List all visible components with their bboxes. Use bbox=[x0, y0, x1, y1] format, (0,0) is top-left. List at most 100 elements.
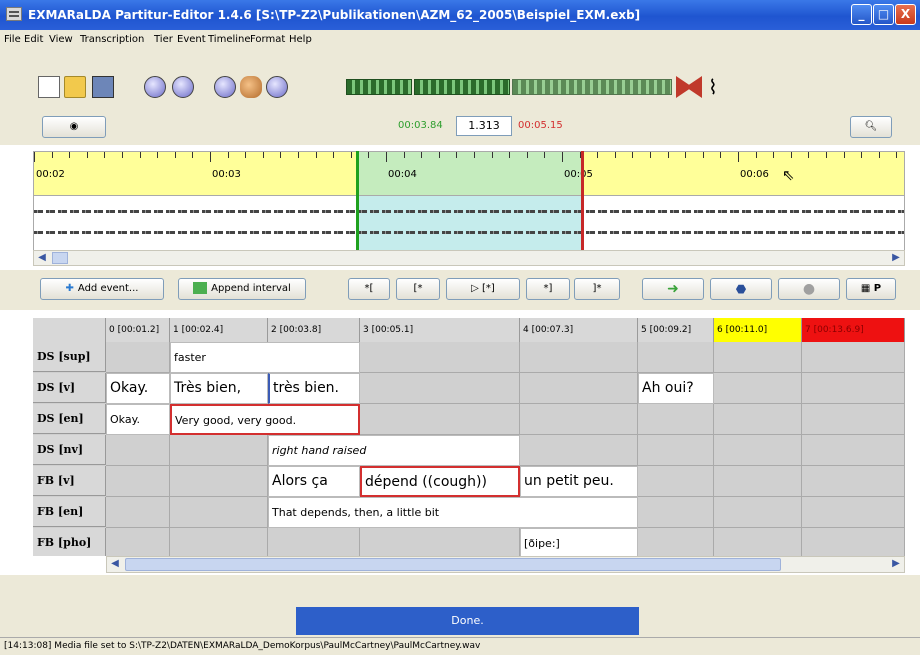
set-start-before-button[interactable]: *[ bbox=[348, 278, 390, 300]
stop-icon[interactable]: ● bbox=[778, 278, 840, 300]
partitur-scrollbar[interactable]: ◀ ▶ bbox=[106, 556, 905, 573]
maximize-button[interactable]: □ bbox=[873, 4, 894, 25]
grid-cell[interactable] bbox=[802, 435, 905, 466]
waveform-scrollbar[interactable]: ◀ ▶ bbox=[33, 250, 905, 266]
grid-cell[interactable] bbox=[802, 528, 905, 556]
scroll-right-icon[interactable]: ▶ bbox=[888, 251, 904, 265]
menu-transcription[interactable]: Transcription bbox=[80, 34, 144, 45]
zoom-button[interactable]: 🔍︎ bbox=[850, 116, 892, 138]
event-cell[interactable]: Très bien, bbox=[170, 373, 268, 404]
grid-cell[interactable] bbox=[170, 528, 268, 556]
save-icon[interactable] bbox=[92, 76, 114, 98]
column-header[interactable]: 5 [00:09.2] bbox=[638, 318, 714, 342]
grid-cell[interactable] bbox=[360, 404, 520, 435]
link-icon[interactable] bbox=[266, 76, 288, 98]
grid-cell[interactable] bbox=[520, 435, 638, 466]
event-cell[interactable]: un petit peu. bbox=[520, 466, 638, 497]
menu-timeline[interactable]: Timeline bbox=[208, 34, 251, 45]
grid-cell[interactable] bbox=[638, 404, 714, 435]
grid-cell[interactable] bbox=[802, 404, 905, 435]
event-cell[interactable]: Alors ça bbox=[268, 466, 360, 497]
tier-label[interactable]: FB [en] bbox=[33, 497, 106, 527]
timeline-ruler[interactable]: 00:02 00:03 00:04 00:05 00:06 ⇖ bbox=[33, 151, 905, 196]
waveform[interactable] bbox=[33, 196, 905, 250]
menu-event[interactable]: Event bbox=[177, 34, 206, 45]
grid-cell[interactable] bbox=[802, 373, 905, 404]
column-header[interactable]: 1 [00:02.4] bbox=[170, 318, 268, 342]
grid-cell[interactable] bbox=[714, 466, 802, 497]
event-cell[interactable]: dépend ((cough)) bbox=[360, 466, 520, 497]
event-cell[interactable]: Okay. bbox=[106, 404, 170, 435]
grid-cell[interactable] bbox=[638, 435, 714, 466]
grid-cell[interactable] bbox=[170, 435, 268, 466]
column-header[interactable]: 4 [00:07.3] bbox=[520, 318, 638, 342]
event-cell[interactable]: right hand raised bbox=[268, 435, 520, 466]
grid-cell[interactable] bbox=[638, 497, 714, 528]
squiggle-icon[interactable]: ⌇ bbox=[708, 76, 720, 98]
grid-cell[interactable] bbox=[106, 342, 170, 373]
record-icon[interactable] bbox=[214, 76, 236, 98]
grid-cell[interactable] bbox=[268, 528, 360, 556]
set-start-after-button[interactable]: [* bbox=[396, 278, 440, 300]
menu-help[interactable]: Help bbox=[289, 34, 312, 45]
grid-cell[interactable] bbox=[106, 528, 170, 556]
event-cell[interactable]: Okay. bbox=[106, 373, 170, 404]
column-header[interactable]: 2 [00:03.8] bbox=[268, 318, 360, 342]
scroll-thumb[interactable] bbox=[52, 252, 68, 264]
tier-label[interactable]: FB [pho] bbox=[33, 528, 106, 556]
tier-label[interactable]: DS [v] bbox=[33, 373, 106, 403]
append-interval-button[interactable]: Append interval bbox=[178, 278, 306, 300]
red-bow-icon[interactable] bbox=[676, 76, 702, 98]
grid-cell[interactable] bbox=[360, 528, 520, 556]
event-cell[interactable]: très bien. bbox=[268, 373, 360, 404]
grid-cell[interactable] bbox=[714, 528, 802, 556]
grid-cell[interactable] bbox=[520, 373, 638, 404]
tag-icon[interactable]: ⬣ bbox=[710, 278, 772, 300]
grid-cell[interactable] bbox=[714, 342, 802, 373]
grid-cell[interactable] bbox=[520, 404, 638, 435]
event-cell[interactable]: That depends, then, a little bit bbox=[268, 497, 638, 528]
event-cell[interactable]: Very good, very good. bbox=[170, 404, 360, 435]
menu-file[interactable]: File bbox=[4, 34, 21, 45]
playback-button[interactable]: ◉ bbox=[42, 116, 106, 138]
column-header[interactable]: 3 [00:05.1] bbox=[360, 318, 520, 342]
grid-cell[interactable] bbox=[714, 404, 802, 435]
play-interval-button[interactable]: ▷ [*] bbox=[446, 278, 520, 300]
grid-cell[interactable] bbox=[170, 497, 268, 528]
tier-label[interactable]: DS [sup] bbox=[33, 342, 106, 372]
grid-cell[interactable] bbox=[106, 435, 170, 466]
panel-button[interactable]: ▦ P bbox=[846, 278, 896, 300]
tier-label[interactable]: FB [v] bbox=[33, 466, 106, 496]
globe-icon[interactable] bbox=[172, 76, 194, 98]
open-folder-icon[interactable] bbox=[64, 76, 86, 98]
forward-arrow-icon[interactable]: ➜ bbox=[642, 278, 704, 300]
close-button[interactable]: X bbox=[895, 4, 916, 25]
grid-cell[interactable] bbox=[638, 528, 714, 556]
menu-edit[interactable]: Edit bbox=[24, 34, 43, 45]
column-header[interactable]: 6 [00:11.0] bbox=[714, 318, 802, 342]
grid-cell[interactable] bbox=[802, 342, 905, 373]
scroll-left-icon[interactable]: ◀ bbox=[107, 557, 123, 571]
selection-start-marker[interactable] bbox=[356, 151, 359, 250]
speaker-icon[interactable] bbox=[144, 76, 166, 98]
add-event-button[interactable]: ✚ Add event... bbox=[40, 278, 164, 300]
grid-cell[interactable] bbox=[714, 497, 802, 528]
new-document-icon[interactable] bbox=[38, 76, 60, 98]
grid-cell[interactable] bbox=[360, 373, 520, 404]
grid-cell[interactable] bbox=[802, 497, 905, 528]
duration-field[interactable]: 1.313 bbox=[456, 116, 512, 136]
event-cell[interactable]: Ah oui? bbox=[638, 373, 714, 404]
scroll-thumb[interactable] bbox=[125, 558, 781, 571]
grid-cell[interactable] bbox=[802, 466, 905, 497]
grid-cell[interactable] bbox=[638, 342, 714, 373]
column-header[interactable]: 7 [00:13.6.9] bbox=[802, 318, 905, 342]
menu-tier[interactable]: Tier bbox=[154, 34, 173, 45]
tier-grid-icon[interactable] bbox=[346, 79, 412, 95]
set-end-before-button[interactable]: *] bbox=[526, 278, 570, 300]
people-icon[interactable] bbox=[240, 76, 262, 98]
tier-grid-icon[interactable] bbox=[512, 79, 672, 95]
grid-cell[interactable] bbox=[520, 342, 638, 373]
grid-cell[interactable] bbox=[170, 466, 268, 497]
set-end-after-button[interactable]: ]* bbox=[574, 278, 620, 300]
scroll-left-icon[interactable]: ◀ bbox=[34, 251, 50, 265]
